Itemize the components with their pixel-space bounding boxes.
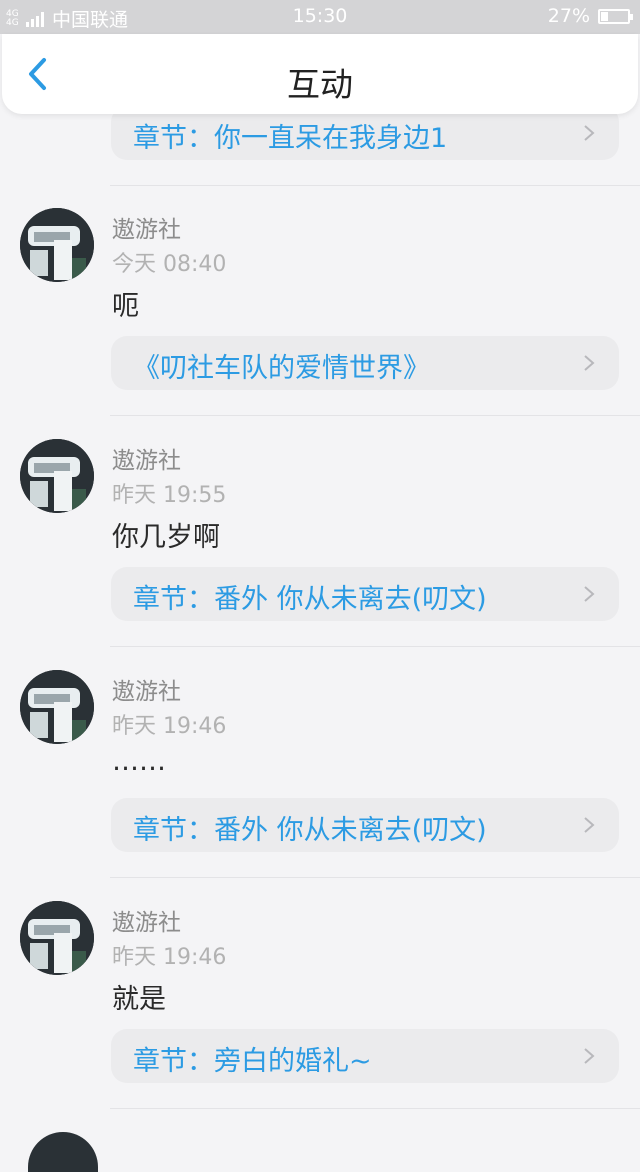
chevron-right-icon xyxy=(584,125,595,141)
chapter-link-text: 章节：番外 你从未离去(叨文) xyxy=(133,815,487,846)
chapter-link[interactable]: 章节：番外 你从未离去(叨文) xyxy=(111,798,619,852)
username: 遨游社 xyxy=(112,217,181,243)
chapter-link-text: 章节：番外 你从未离去(叨文) xyxy=(133,584,487,615)
comment-message: 呃 xyxy=(112,291,139,322)
chapter-link-text: 章节：旁白的婚礼~ xyxy=(133,1046,372,1077)
comment-time: 昨天 19:46 xyxy=(112,714,227,739)
divider xyxy=(110,185,640,186)
clock: 15:30 xyxy=(292,5,348,27)
username: 遨游社 xyxy=(112,679,181,705)
status-bar: 4G 4G 中国联通 15:30 27% xyxy=(0,0,640,34)
battery-icon xyxy=(598,8,633,24)
top-nav-bar: 互动 xyxy=(2,34,638,114)
chevron-right-icon xyxy=(584,817,595,833)
interaction-list: 章节：你一直呆在我身边1 遨游社 今天 08:40 呃 《叨社车队的爱情世界》 xyxy=(0,106,640,1172)
avatar[interactable] xyxy=(20,208,94,282)
comment-time: 昨天 19:46 xyxy=(112,945,227,970)
chevron-right-icon xyxy=(584,1048,595,1064)
chapter-link[interactable]: 《叨社车队的爱情世界》 xyxy=(111,336,619,390)
username: 遨游社 xyxy=(112,910,181,936)
comment-item: 遨游社 昨天 19:55 你几岁啊 章节：番外 你从未离去(叨文) xyxy=(0,439,640,669)
avatar-image xyxy=(20,439,94,513)
avatar[interactable] xyxy=(20,439,94,513)
chapter-link[interactable]: 章节：旁白的婚礼~ xyxy=(111,1029,619,1083)
comment-time: 今天 08:40 xyxy=(112,252,227,277)
page-title: 互动 xyxy=(287,65,353,104)
status-right: 27% xyxy=(547,5,633,27)
avatar[interactable] xyxy=(28,1132,98,1172)
comment-message: 你几岁啊 xyxy=(112,522,220,553)
chapter-link[interactable]: 章节：番外 你从未离去(叨文) xyxy=(111,567,619,621)
chevron-right-icon xyxy=(584,355,595,371)
comment-message: …… xyxy=(112,746,166,777)
avatar-image xyxy=(20,208,94,282)
chapter-link-text: 《叨社车队的爱情世界》 xyxy=(133,353,430,384)
avatar[interactable] xyxy=(20,670,94,744)
username: 遨游社 xyxy=(112,448,181,474)
avatar[interactable] xyxy=(20,901,94,975)
chapter-link[interactable]: 章节：你一直呆在我身边1 xyxy=(111,106,619,160)
divider xyxy=(110,646,640,647)
comment-time: 昨天 19:55 xyxy=(112,483,227,508)
chevron-right-icon xyxy=(584,586,595,602)
divider xyxy=(110,415,640,416)
divider xyxy=(110,1108,640,1109)
comment-message: 就是 xyxy=(112,984,166,1015)
comment-item: 遨游社 昨天 19:46 就是 章节：旁白的婚礼~ xyxy=(0,901,640,1131)
comment-item: 遨游社 昨天 19:46 …… 章节：番外 你从未离去(叨文) xyxy=(0,670,640,900)
comment-item: 遨游社 今天 08:40 呃 《叨社车队的爱情世界》 xyxy=(0,208,640,438)
chapter-link-text: 章节：你一直呆在我身边1 xyxy=(133,123,448,154)
divider xyxy=(110,877,640,878)
battery-percent: 27% xyxy=(547,5,590,27)
avatar-image xyxy=(20,670,94,744)
avatar-image xyxy=(20,901,94,975)
